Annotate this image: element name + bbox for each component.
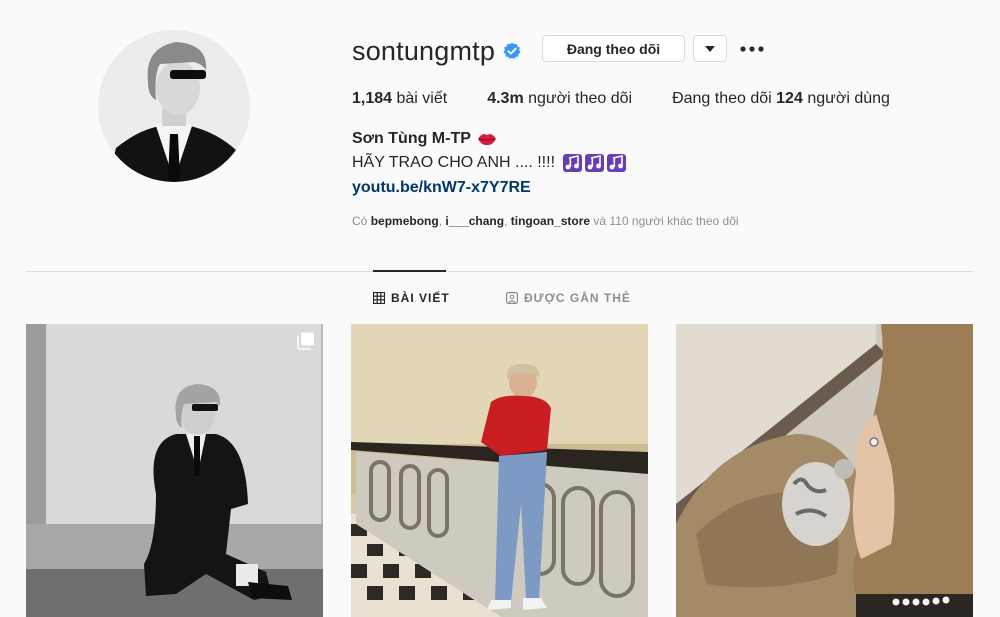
tab-tagged[interactable]: ĐƯỢC GẮN THẺ	[506, 291, 631, 305]
profile-avatar[interactable]	[98, 30, 250, 182]
grid-icon	[373, 292, 385, 304]
tagged-person-icon	[506, 292, 518, 304]
followers-stat[interactable]: 4.3m người theo dõi	[487, 90, 632, 108]
following-count: 124	[776, 90, 803, 107]
suggestions-dropdown-button[interactable]	[693, 35, 727, 62]
posts-stat: 1,184 bài viết	[352, 90, 447, 108]
bio-row: HÃY TRAO CHO ANH .... !!!!	[352, 154, 627, 172]
followers-count: 4.3m	[487, 90, 524, 107]
follower-link-2[interactable]: i___chang	[445, 214, 504, 228]
bio-text: HÃY TRAO CHO ANH .... !!!!	[352, 154, 556, 171]
followed-by-text: Có bepmebong, i___chang, tingoan_store v…	[352, 214, 739, 228]
profile-stats: 1,184 bài viết 4.3m người theo dõi Đang …	[352, 90, 930, 108]
following-label: người dùng	[807, 90, 890, 107]
post-thumbnail-3[interactable]	[676, 324, 973, 617]
posts-label: bài viết	[396, 90, 448, 107]
following-stat[interactable]: Đang theo dõi 124 người dùng	[672, 90, 890, 108]
follower-link-3[interactable]: tingoan_store	[511, 214, 590, 228]
tab-tagged-label: ĐƯỢC GẮN THẺ	[524, 291, 631, 305]
bio-link[interactable]: youtu.be/knW7-x7Y7RE	[352, 179, 531, 197]
follower-link-1[interactable]: bepmebong	[371, 214, 439, 228]
following-button[interactable]: Đang theo dõi	[542, 35, 685, 62]
full-name-row: Sơn Tùng M-TP	[352, 130, 497, 148]
tab-posts-label: BÀI VIẾT	[391, 291, 450, 305]
active-tab-indicator	[373, 270, 446, 272]
music-notes-icon	[563, 154, 627, 172]
username: sontungmtp	[352, 35, 496, 66]
full-name: Sơn Tùng M-TP	[352, 130, 471, 147]
post-thumbnail-1[interactable]	[26, 324, 323, 617]
followed-by-suffix: và 110 người khác theo dõi	[593, 214, 739, 228]
multiple-photos-icon	[297, 332, 315, 355]
posts-count: 1,184	[352, 90, 393, 107]
username-row: sontungmtp	[352, 34, 521, 68]
followed-by-prefix: Có	[352, 214, 368, 228]
post-thumbnail-2[interactable]	[351, 324, 648, 617]
more-dots-icon	[740, 46, 764, 52]
tab-posts[interactable]: BÀI VIẾT	[373, 291, 450, 305]
more-options-button[interactable]	[740, 40, 764, 58]
lips-emoji-icon	[477, 131, 497, 147]
tabs-divider	[26, 271, 973, 272]
chevron-down-icon	[705, 45, 715, 52]
followers-label: người theo dõi	[528, 90, 633, 107]
following-prefix: Đang theo dõi	[672, 90, 772, 107]
verified-badge-icon	[503, 42, 521, 60]
